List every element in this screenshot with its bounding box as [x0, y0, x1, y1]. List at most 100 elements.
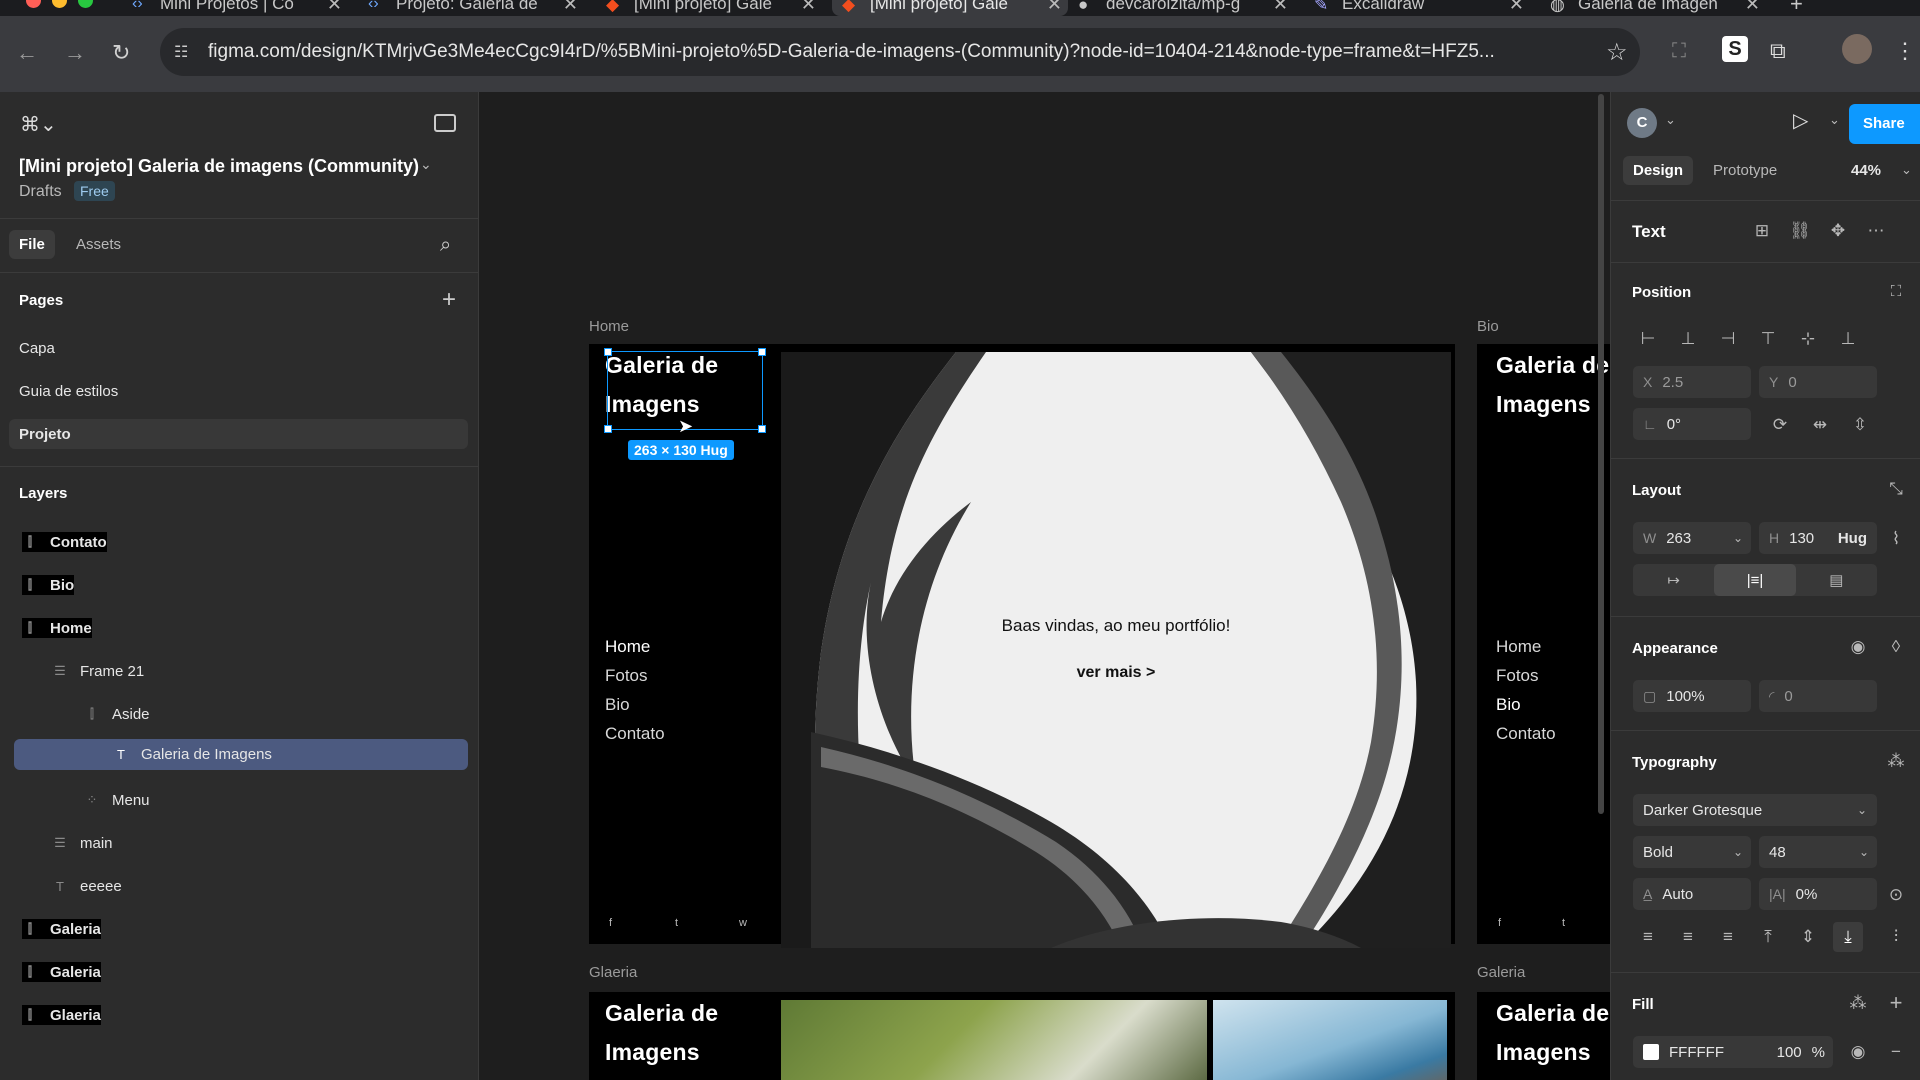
- browser-menu-icon[interactable]: ⋮: [1894, 38, 1916, 64]
- close-tab-icon[interactable]: ✕: [1047, 0, 1062, 15]
- frame-label-bio[interactable]: Bio: [1477, 318, 1499, 335]
- see-more-link[interactable]: ver mais >: [781, 664, 1451, 682]
- chevron-down-icon[interactable]: ⌄: [1733, 845, 1743, 859]
- browser-tab[interactable]: ● devcarolzita/mp-g ✕: [1068, 0, 1294, 16]
- close-tab-icon[interactable]: ✕: [1745, 0, 1760, 15]
- text-align-center-icon[interactable]: ≡: [1673, 922, 1703, 952]
- layer-item[interactable]: ☰ main: [52, 833, 112, 853]
- maximize-window-button[interactable]: [78, 0, 93, 8]
- close-tab-icon[interactable]: ✕: [1273, 0, 1288, 15]
- figma-menu-icon[interactable]: ⌘⌄: [20, 112, 57, 137]
- align-top-icon[interactable]: ⊤: [1753, 324, 1783, 354]
- layer-item[interactable]: ⫿ Bio: [22, 575, 75, 595]
- layer-item[interactable]: ⫿ Galeria: [22, 962, 101, 982]
- align-middle-icon[interactable]: ⊹: [1793, 324, 1823, 354]
- letter-spacing-input[interactable]: |A| 0%: [1759, 878, 1877, 910]
- color-swatch[interactable]: [1643, 1044, 1659, 1060]
- layer-item[interactable]: ⫿ Glaeria: [22, 1005, 101, 1025]
- menu-item-fotos[interactable]: Fotos: [605, 666, 648, 686]
- grid-icon[interactable]: ⊞: [1747, 216, 1777, 246]
- page-item[interactable]: Capa: [19, 340, 55, 357]
- tab-prototype[interactable]: Prototype: [1713, 162, 1777, 179]
- site-title[interactable]: Galeria de Imagens: [1496, 994, 1609, 1072]
- blend-mode-icon[interactable]: ◊: [1881, 632, 1911, 662]
- font-size-input[interactable]: 48 ⌄: [1759, 836, 1877, 868]
- align-center-h-icon[interactable]: ⊥: [1673, 324, 1703, 354]
- reload-icon[interactable]: ↻: [112, 40, 130, 66]
- component-icon[interactable]: ✥: [1823, 216, 1853, 246]
- menu-item-contato[interactable]: Contato: [605, 724, 665, 744]
- text-styles-icon[interactable]: ⁂: [1881, 746, 1911, 776]
- address-bar[interactable]: ☷ figma.com/design/KTMrjvGe3Me4ecCgc9I4r…: [160, 28, 1640, 76]
- minimize-window-button[interactable]: [52, 0, 67, 8]
- menu-item-bio[interactable]: Bio: [1496, 695, 1521, 715]
- browser-tab[interactable]: ‹› Mini Projetos | Co ✕: [122, 0, 348, 16]
- layer-item[interactable]: ☰ Frame 21: [52, 661, 144, 681]
- resize-handle[interactable]: [604, 348, 612, 356]
- site-title[interactable]: Galeria de Imagens: [1496, 346, 1609, 424]
- zoom-level[interactable]: 44%: [1851, 162, 1881, 179]
- auto-width-icon[interactable]: ↦: [1633, 564, 1714, 596]
- eye-icon[interactable]: ◉: [1843, 632, 1873, 662]
- frame-label-home[interactable]: Home: [589, 318, 629, 335]
- screenshot-icon[interactable]: ⛶: [1672, 40, 1686, 63]
- flip-vertical-icon[interactable]: ⇳: [1845, 410, 1875, 440]
- resize-handle[interactable]: [758, 348, 766, 356]
- fill-color-input[interactable]: FFFFFF 100 %: [1633, 1036, 1833, 1068]
- chevron-down-icon[interactable]: ⌄: [1733, 531, 1743, 545]
- share-button[interactable]: Share: [1849, 104, 1920, 144]
- font-weight-select[interactable]: Bold ⌄: [1633, 836, 1751, 868]
- x-input[interactable]: X 2.5: [1633, 366, 1751, 398]
- gallery-thumbnail[interactable]: [1213, 1000, 1447, 1080]
- profile-avatar[interactable]: [1842, 34, 1872, 64]
- frame-label-glaeria[interactable]: Glaeria: [589, 964, 637, 981]
- auto-height-icon[interactable]: |≡|: [1714, 564, 1796, 596]
- menu-item-home[interactable]: Home: [605, 637, 650, 657]
- align-right-icon[interactable]: ⊣: [1713, 324, 1743, 354]
- type-settings-icon[interactable]: ⫶: [1881, 922, 1911, 952]
- whatsapp-icon[interactable]: w: [739, 917, 747, 929]
- text-resize-mode[interactable]: ↦ |≡| ▤: [1633, 564, 1877, 596]
- chevron-down-icon[interactable]: ⌄: [1859, 845, 1869, 859]
- chevron-down-icon[interactable]: ⌄: [1857, 803, 1867, 817]
- text-align-left-icon[interactable]: ≡: [1633, 922, 1663, 952]
- tab-design[interactable]: Design: [1623, 156, 1694, 185]
- flip-horizontal-icon[interactable]: ⇹: [1805, 410, 1835, 440]
- toggle-sidebar-icon[interactable]: [434, 114, 456, 132]
- constrain-proportions-icon[interactable]: ⌇: [1881, 524, 1911, 554]
- browser-tab[interactable]: ✎ Excalidraw ✕: [1304, 0, 1530, 16]
- text-align-right-icon[interactable]: ≡: [1713, 922, 1743, 952]
- layer-item[interactable]: ⫿ Aside: [84, 704, 150, 724]
- twitter-icon[interactable]: t: [675, 917, 678, 929]
- fit-icon[interactable]: ⛶: [1881, 276, 1911, 306]
- canvas-scrollbar[interactable]: [1598, 94, 1604, 814]
- resize-handle[interactable]: [758, 425, 766, 433]
- rotate-icon[interactable]: ⟳: [1765, 410, 1795, 440]
- facebook-icon[interactable]: f: [609, 917, 612, 929]
- chevron-down-icon[interactable]: ⌄: [1829, 112, 1840, 128]
- present-play-icon[interactable]: ▷: [1793, 108, 1808, 133]
- tab-assets[interactable]: Assets: [66, 230, 131, 259]
- layer-item[interactable]: Teeeee: [52, 876, 122, 896]
- hero-image[interactable]: Baas vindas, ao meu portfólio! ver mais …: [781, 352, 1451, 948]
- site-title[interactable]: Galeria de Imagens: [605, 994, 718, 1072]
- tab-file[interactable]: File: [9, 230, 55, 259]
- extensions-icon[interactable]: ⧉: [1770, 38, 1786, 64]
- line-height-input[interactable]: A̲ Auto: [1633, 878, 1751, 910]
- browser-tab[interactable]: ◆ [Mini projeto] Gale ✕: [596, 0, 822, 16]
- layer-item-selected[interactable]: T Galeria de Imagens: [14, 739, 468, 770]
- frame-label-galeria[interactable]: Galeria: [1477, 964, 1525, 981]
- facebook-icon[interactable]: f: [1498, 917, 1501, 929]
- layer-item[interactable]: ⫿ Contato: [22, 532, 107, 552]
- browser-tab[interactable]: ‹› Projeto: Galeria de ✕: [358, 0, 584, 16]
- link-icon[interactable]: ⛓: [1785, 216, 1815, 246]
- browser-tab-active[interactable]: ◆ [Mini projeto] Gale ✕: [832, 0, 1068, 16]
- layer-item[interactable]: ⁘ Menu: [84, 790, 150, 810]
- styles-icon[interactable]: ⁂: [1843, 988, 1873, 1018]
- vertical-align-top-icon[interactable]: ⤒: [1753, 922, 1783, 952]
- rotation-input[interactable]: ∟ 0°: [1633, 408, 1751, 440]
- page-item[interactable]: Guia de estilos: [19, 383, 118, 400]
- extension-s-icon[interactable]: S: [1722, 36, 1748, 62]
- close-tab-icon[interactable]: ✕: [1509, 0, 1524, 15]
- add-fill-icon[interactable]: +: [1881, 988, 1911, 1018]
